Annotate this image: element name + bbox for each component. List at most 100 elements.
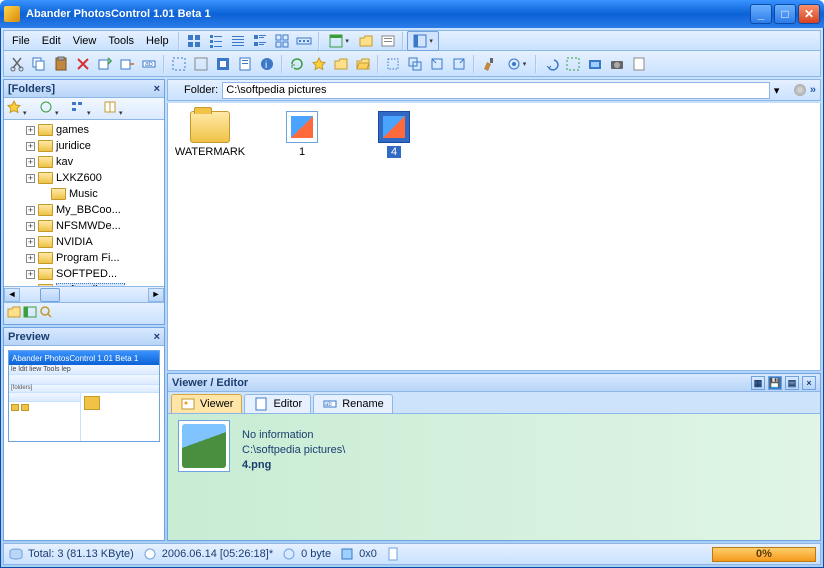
undo-button[interactable] (540, 54, 562, 74)
screenshot-button[interactable] (584, 54, 606, 74)
tree-tab-search-icon[interactable] (38, 304, 54, 323)
file-item[interactable]: 1 (268, 111, 336, 158)
rotate-right-button[interactable] (448, 54, 470, 74)
preview-close-icon[interactable]: × (154, 331, 160, 343)
open-folder-button[interactable] (330, 54, 352, 74)
select-none-button[interactable] (190, 54, 212, 74)
folders-toolbar (4, 98, 164, 120)
file-item[interactable]: 4 (360, 111, 428, 158)
tree-item[interactable]: +NVIDIA (4, 234, 164, 250)
panel-toggle-1[interactable] (323, 31, 355, 51)
tree-expander-icon[interactable]: + (26, 254, 35, 263)
history-icon[interactable] (38, 99, 70, 118)
move-to-button[interactable] (116, 54, 138, 74)
viewer-filename: 4.png (242, 458, 345, 473)
tree-expander-icon[interactable]: + (26, 206, 35, 215)
scroll-left-icon[interactable]: ◄ (4, 288, 20, 302)
folders-header: [Folders] (8, 83, 55, 95)
tree-item[interactable]: +games (4, 122, 164, 138)
menu-tools[interactable]: Tools (102, 33, 140, 49)
view-large-icons[interactable] (183, 31, 205, 51)
paste-button[interactable] (50, 54, 72, 74)
refresh-button[interactable] (286, 54, 308, 74)
folder-tree[interactable]: +games+juridice+kav+LXKZ600Music+My_BBCo… (4, 120, 164, 286)
resize-button[interactable] (404, 54, 426, 74)
tree-item[interactable]: Music (4, 186, 164, 202)
select-all-button[interactable] (168, 54, 190, 74)
tree-expander-icon[interactable]: + (26, 238, 35, 247)
panel-toggle-2[interactable] (407, 31, 439, 51)
tree-tab-list-icon[interactable] (22, 304, 38, 323)
file-item[interactable]: WATERMARK (176, 111, 244, 158)
tab-rename[interactable]: abRename (313, 394, 393, 413)
tree-item[interactable]: +kav (4, 154, 164, 170)
menu-view[interactable]: View (67, 33, 103, 49)
menu-edit[interactable]: Edit (36, 33, 67, 49)
effects-button[interactable] (500, 54, 532, 74)
tree-item[interactable]: +LXKZ600 (4, 170, 164, 186)
camera-button[interactable] (606, 54, 628, 74)
tree-expander-icon[interactable]: + (26, 222, 35, 231)
tree-item[interactable]: +NFSMWDe... (4, 218, 164, 234)
viewer-thumbnail[interactable] (178, 420, 230, 472)
expand-toolbar-icon[interactable]: » (810, 84, 816, 96)
book-icon[interactable] (102, 99, 134, 118)
clipboard-button[interactable] (628, 54, 650, 74)
delete-button[interactable] (72, 54, 94, 74)
view-filmstrip[interactable] (293, 31, 315, 51)
copy-button[interactable] (28, 54, 50, 74)
tree-expander-icon[interactable]: + (26, 126, 35, 135)
tree-expander-icon[interactable]: + (26, 158, 35, 167)
crop-button[interactable] (382, 54, 404, 74)
favorite-star-icon[interactable] (6, 99, 38, 118)
tree-expander-icon[interactable]: + (26, 174, 35, 183)
folder-up[interactable] (355, 31, 377, 51)
properties-button[interactable] (234, 54, 256, 74)
scroll-thumb[interactable] (40, 288, 60, 302)
viewer-tool3-icon[interactable]: ▤ (785, 376, 799, 390)
info-button[interactable]: i (256, 54, 278, 74)
select-region-button[interactable] (562, 54, 584, 74)
app-icon (4, 6, 20, 22)
viewer-close-icon[interactable]: × (802, 376, 816, 390)
tree-item[interactable]: +Program Fi... (4, 250, 164, 266)
folders-close-icon[interactable]: × (154, 83, 160, 95)
rename-button[interactable]: ab (138, 54, 160, 74)
tree-expander-icon[interactable]: + (26, 142, 35, 151)
tree-tab-folder-icon[interactable] (6, 304, 22, 323)
tree-expander-icon[interactable]: + (26, 270, 35, 279)
folder-path-input[interactable] (222, 82, 770, 99)
tree-view-icon[interactable] (70, 99, 102, 118)
brush-button[interactable] (478, 54, 500, 74)
tab-editor[interactable]: Editor (244, 394, 311, 413)
tree-item[interactable]: +juridice (4, 138, 164, 154)
tree-hscroll[interactable]: ◄ ► (4, 286, 164, 302)
viewer-save-icon[interactable]: 💾 (768, 376, 782, 390)
tab-viewer[interactable]: Viewer (171, 394, 242, 413)
view-tiles[interactable] (271, 31, 293, 51)
minimize-button[interactable]: _ (750, 4, 772, 24)
view-thumbs[interactable] (249, 31, 271, 51)
rotate-left-button[interactable] (426, 54, 448, 74)
menu-help[interactable]: Help (140, 33, 175, 49)
scroll-right-icon[interactable]: ► (148, 288, 164, 302)
file-area[interactable]: WATERMARK 14 (167, 103, 821, 371)
folder-dropdown-icon[interactable]: ▾ (774, 84, 790, 97)
maximize-button[interactable]: □ (774, 4, 796, 24)
viewer-tool1-icon[interactable]: ▦ (751, 376, 765, 390)
tree-item[interactable]: + SOFTPED... (4, 266, 164, 282)
copy-to-button[interactable] (94, 54, 116, 74)
favorites-button[interactable] (308, 54, 330, 74)
svg-text:ab: ab (325, 402, 332, 408)
new-folder[interactable] (377, 31, 399, 51)
tree-item-label: SOFTPED... (56, 268, 117, 280)
close-button[interactable]: ✕ (798, 4, 820, 24)
invert-select-button[interactable] (212, 54, 234, 74)
cut-button[interactable] (6, 54, 28, 74)
view-details[interactable] (227, 31, 249, 51)
tree-item[interactable]: +My_BBCoo... (4, 202, 164, 218)
open-folder2-button[interactable] (352, 54, 374, 74)
menu-file[interactable]: File (6, 33, 36, 49)
titlebar: Abander PhotosControl 1.01 Beta 1 _ □ ✕ (0, 0, 824, 28)
view-list[interactable] (205, 31, 227, 51)
